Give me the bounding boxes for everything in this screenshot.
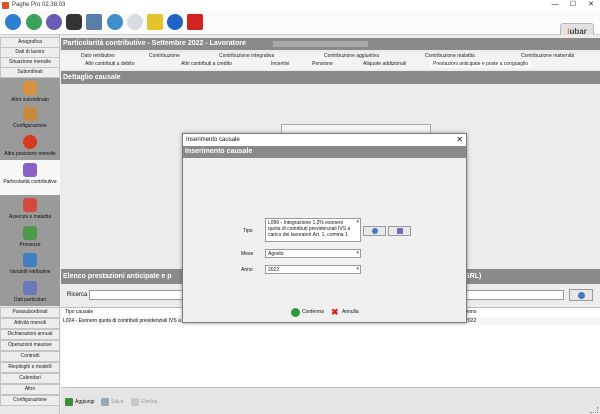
tabs-row-2: Altri contributi a debito Altri contribu… (61, 61, 600, 69)
title-bar: Paghe Pro 02.38.03 — ☐ ✕ (0, 0, 600, 10)
sidebar: Anagrafica Dati di lavoro Situazione men… (0, 35, 60, 414)
toolbar: iubar (0, 10, 600, 41)
eraser-icon (396, 228, 403, 234)
sidebar-item-operazioni-massive[interactable]: Operazioni massive (0, 340, 60, 351)
tipo-label: Tipo (243, 228, 253, 234)
mese-select[interactable]: Agosto ▾ (265, 249, 361, 258)
cloud-icon[interactable] (127, 14, 143, 30)
check-icon (291, 307, 300, 317)
save-button[interactable]: Salva (101, 397, 124, 407)
tab-contribuzione-integrativa[interactable]: Contribuzione integrativa (219, 53, 274, 59)
dialog-header: Inserimento causale (183, 146, 466, 158)
dialog-close-button[interactable]: ✕ (456, 134, 463, 146)
sidebar-item-altro[interactable]: Altro (0, 384, 60, 395)
insert-causale-dialog: Inserimento causale ✕ Inserimento causal… (182, 133, 467, 323)
search-label: Ricerca (67, 292, 88, 298)
search-icon (577, 292, 585, 299)
link-icon[interactable] (46, 14, 62, 30)
sidebar-item-particolarita-contributive[interactable]: Particolarità contributive (0, 160, 60, 195)
worker-name-redacted (273, 41, 368, 47)
person-icon (23, 81, 37, 95)
tab-contribuzione-malattia[interactable]: Contribuzione malattia (425, 53, 475, 59)
chevron-down-icon: ▾ (356, 266, 359, 272)
tab-contribuzione-maternita[interactable]: Contribuzione maternità (521, 53, 574, 59)
sidebar-item-configurazione[interactable]: Configurazione (0, 104, 60, 132)
sidebar-item-assenza-malattia[interactable]: Assenza e malattia (0, 195, 60, 223)
info-icon[interactable] (167, 14, 183, 30)
tab-incentivi[interactable]: Incentivi (271, 61, 289, 67)
close-icon: ✖ (331, 306, 339, 317)
tipo-field[interactable]: L096 - Integrazione 1,2% esonero quota d… (265, 218, 361, 242)
maximize-button[interactable]: ☐ (564, 0, 582, 10)
sidebar-item-presenze[interactable]: Presenze (0, 223, 60, 250)
app-icon (2, 1, 9, 9)
chevron-down-icon: ▾ (356, 250, 359, 256)
tab-pensione[interactable]: Pensione (312, 61, 333, 67)
sidebar-item-variabili-retributive[interactable]: Variabili retributive (0, 250, 60, 278)
tab-altri-contributi-credito[interactable]: Altri contributi a credito (181, 61, 232, 67)
anno-label: Anno (241, 267, 253, 273)
tab-dato-retributivo[interactable]: Dato retributivo (81, 53, 115, 59)
save-icon (101, 398, 109, 406)
tab-prestazioni-anticipate[interactable]: Prestazioni anticipate e poste a conguag… (430, 61, 532, 67)
detail-section-header: Dettaglio causale (61, 71, 600, 84)
percent-icon (23, 163, 37, 177)
sidebar-item-contratti[interactable]: Contratti (0, 351, 60, 362)
red-circle-icon (23, 135, 37, 149)
dialog-body: Tipo L096 - Integrazione 1,2% esonero qu… (183, 158, 466, 322)
calendar-icon (23, 198, 37, 212)
sidebar-item-attivita-mensili[interactable]: Attività mensili (0, 318, 60, 329)
dialog-title: Inserimento causale (186, 137, 240, 143)
bug-icon[interactable] (66, 14, 82, 30)
person-gear-icon (23, 107, 37, 121)
sidebar-item-riepiloghi[interactable]: Riepiloghi e modelli (0, 362, 60, 373)
resize-grip[interactable] (590, 407, 598, 413)
tipo-search-button[interactable] (363, 226, 386, 236)
sidebar-item-subordinati[interactable]: Subordinati (0, 67, 60, 78)
window-title: Paghe Pro 02.38.03 (12, 2, 66, 8)
column-header-tipo-causale[interactable]: Tipo causale (65, 309, 93, 315)
dialog-titlebar: Inserimento causale ✕ (183, 134, 466, 146)
tab-altri-contributi-debito[interactable]: Altri contributi a debito (85, 61, 134, 67)
tab-contribuzione[interactable]: Contribuzione (149, 53, 180, 59)
sidebar-item-dichiarazioni[interactable]: Dichiarazioni annual (0, 329, 60, 340)
search-button[interactable] (569, 289, 593, 301)
add-icon (65, 398, 73, 406)
delete-icon (131, 398, 139, 406)
globe-icon[interactable] (26, 14, 42, 30)
tipo-clear-button[interactable] (388, 226, 411, 236)
sidebar-item-parasubordinati[interactable]: Parasubordinati (0, 307, 60, 318)
mese-label: Mese (241, 251, 254, 257)
search-icon (371, 228, 378, 234)
folder-check-icon[interactable] (147, 14, 163, 30)
people-icon (23, 281, 37, 295)
sidebar-item-dati-particolari[interactable]: Dati particolari (0, 278, 60, 306)
add-button[interactable]: Aggiungi (65, 397, 94, 407)
sidebar-item-configurazione-bottom[interactable]: Configurazione (0, 395, 60, 406)
exit-icon[interactable] (187, 14, 203, 30)
sidebar-item-calendari[interactable]: Calendari (0, 373, 60, 384)
minimize-button[interactable]: — (546, 0, 564, 10)
close-window-button[interactable]: ✕ (582, 0, 600, 10)
cancel-button[interactable]: ✖ Annulla (331, 306, 359, 318)
calendar-check-icon (23, 226, 37, 240)
delete-button[interactable]: Elimina (131, 397, 157, 407)
bottom-action-bar: Aggiungi Salva Elimina (61, 387, 600, 414)
sidebar-item-altra-posizione[interactable]: Altra posizione mensile (0, 132, 60, 160)
tab-contribuzione-aggiuntiva[interactable]: Contribuzione aggiuntiva (324, 53, 379, 59)
tabs-row-1: Dato retributivo Contribuzione Contribuz… (61, 53, 600, 61)
confirm-button[interactable]: Conferma (291, 306, 324, 318)
users-network-icon[interactable] (86, 14, 102, 30)
home-icon[interactable] (5, 14, 21, 30)
chart-icon (23, 253, 37, 267)
chevron-down-icon: ▾ (356, 219, 359, 225)
sync-icon[interactable] (107, 14, 123, 30)
tab-aliquote-addizionali[interactable]: Aliquote addizionali (363, 61, 406, 67)
anno-select[interactable]: 2022 ▾ (265, 265, 361, 274)
sidebar-item-altro-subordinato[interactable]: Altro subordinato (0, 78, 60, 104)
table-cell-tipo: L024 - Esonero quota di contributi previ… (63, 318, 181, 324)
